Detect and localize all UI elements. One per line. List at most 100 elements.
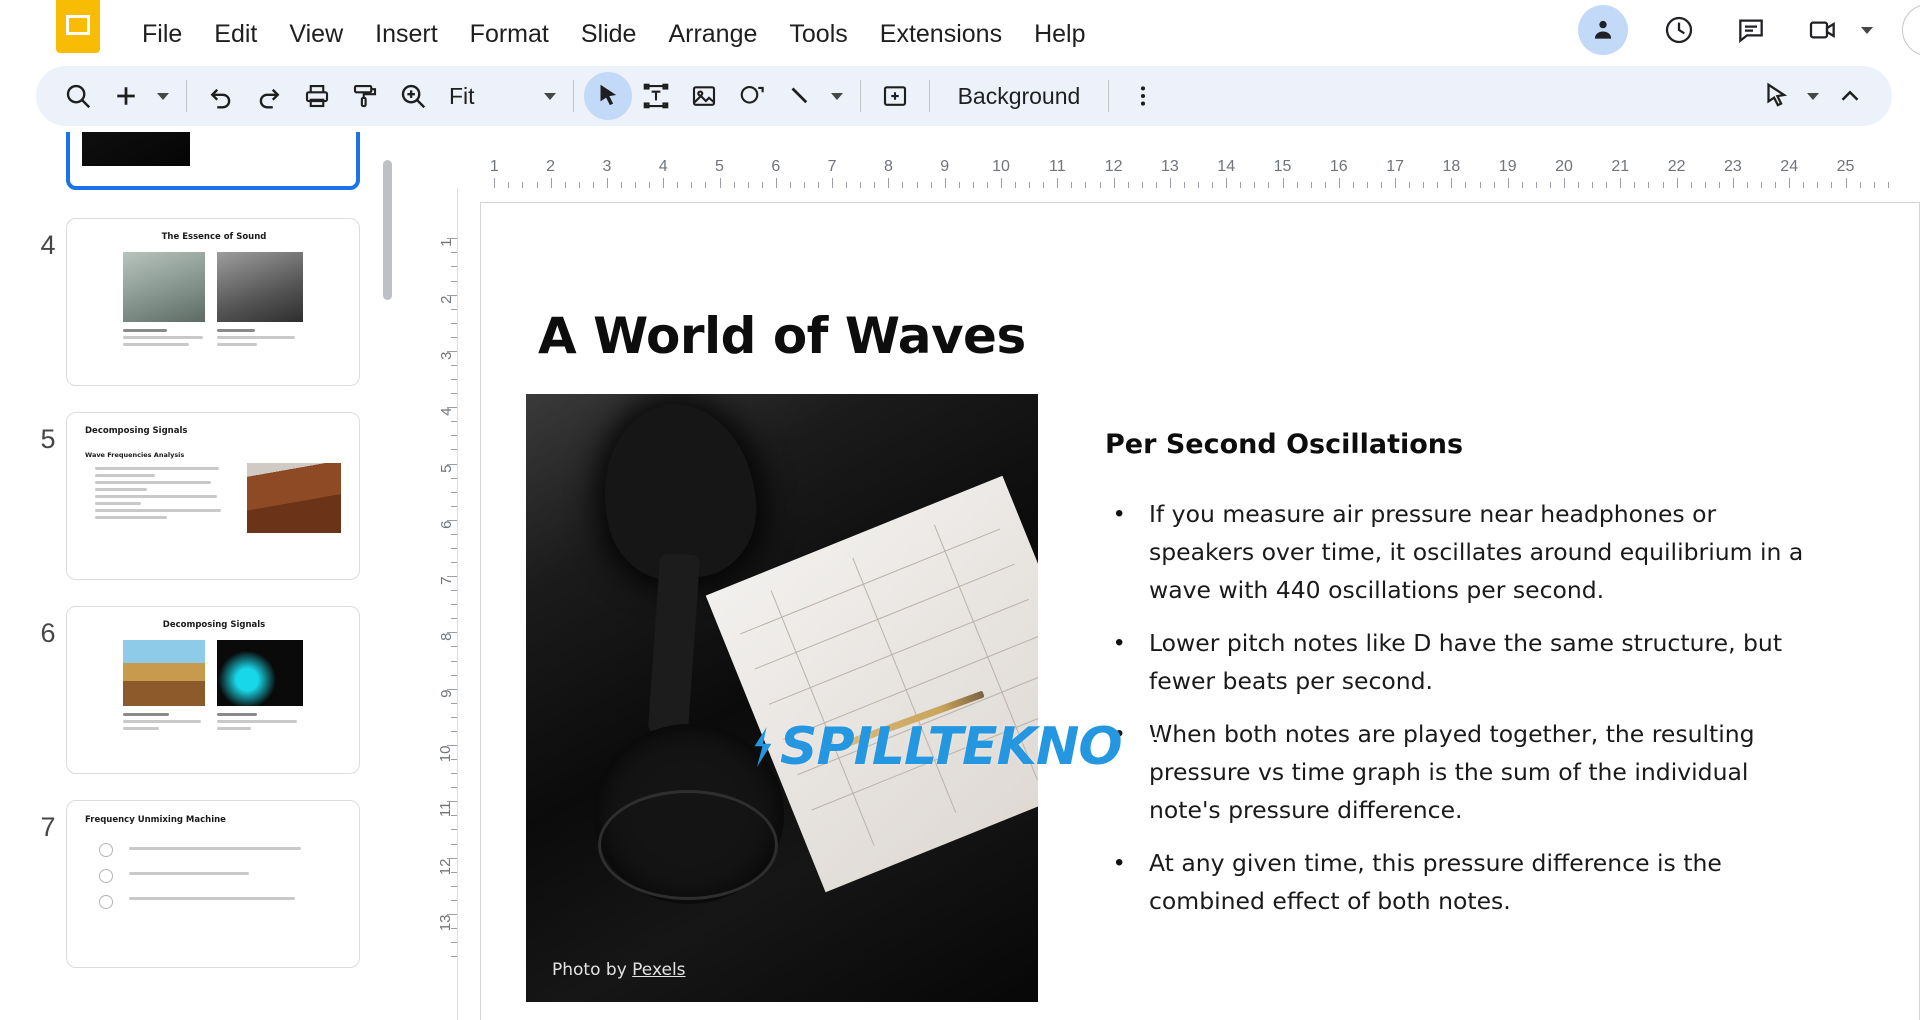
ruler-tick bbox=[447, 688, 457, 690]
ruler-tick bbox=[447, 857, 457, 859]
ruler-tick bbox=[1338, 178, 1340, 188]
slideshow-button[interactable]: Sli bbox=[1901, 4, 1920, 56]
ruler-tick-label: 1 bbox=[489, 158, 499, 175]
ruler-tick-label: 4 bbox=[658, 158, 668, 175]
google-slides-logo-icon[interactable] bbox=[56, 0, 100, 53]
meet-dropdown-caret-icon[interactable] bbox=[1854, 6, 1880, 54]
thumb-photo-4a bbox=[123, 252, 205, 322]
ruler-tick bbox=[451, 660, 457, 662]
zoom-dropdown-caret-icon[interactable] bbox=[537, 72, 563, 120]
presenter-avatar-icon[interactable] bbox=[1577, 5, 1628, 55]
filmstrip-row-5[interactable]: 5 Decomposing Signals Wave Frequencies A… bbox=[0, 412, 400, 580]
shape-icon[interactable] bbox=[728, 72, 776, 120]
menu-help[interactable]: Help bbox=[1018, 16, 1101, 53]
ruler-tick bbox=[1001, 178, 1002, 188]
paint-format-icon[interactable] bbox=[341, 72, 389, 120]
photo-credit-link[interactable]: Pexels bbox=[632, 960, 685, 980]
current-slide-page[interactable]: A World of Waves Photo by Pexels SPILLTE… bbox=[480, 202, 1920, 1020]
ruler-tick bbox=[447, 350, 457, 352]
ruler-tick-label: 5 bbox=[437, 464, 455, 473]
ruler-tick bbox=[447, 913, 457, 915]
filmstrip-row-selected[interactable]: Per Second Oscillations bbox=[0, 132, 400, 190]
text-box-icon[interactable] bbox=[632, 72, 680, 120]
ruler-tick bbox=[832, 178, 834, 188]
toolbar-divider-2 bbox=[572, 80, 574, 112]
zoom-level-value[interactable]: Fit bbox=[437, 74, 487, 118]
menu-tools[interactable]: Tools bbox=[773, 16, 863, 53]
laser-pointer-icon[interactable] bbox=[1752, 72, 1800, 120]
redo-icon[interactable] bbox=[245, 72, 293, 120]
comment-icon[interactable] bbox=[1726, 5, 1776, 55]
filmstrip-scrollbar[interactable] bbox=[383, 160, 392, 300]
menu-bar: File Edit View Insert Format Slide Arran… bbox=[0, 0, 1920, 60]
filmstrip-row-6[interactable]: 6 Decomposing Signals bbox=[0, 606, 400, 774]
bullet-text: At any given time, this pressure differe… bbox=[1149, 849, 1722, 915]
slide-thumbnail-selected[interactable]: Per Second Oscillations bbox=[66, 132, 360, 190]
add-slide-dropdown-caret-icon[interactable] bbox=[150, 72, 176, 120]
slide-thumbnail-4[interactable]: The Essence of Sound bbox=[66, 218, 360, 386]
ruler-tick bbox=[1789, 178, 1791, 188]
meet-video-icon[interactable] bbox=[1798, 5, 1848, 55]
microphone-rim-shape bbox=[598, 790, 778, 900]
more-options-icon[interactable] bbox=[1119, 72, 1167, 120]
menu-view[interactable]: View bbox=[273, 16, 359, 53]
ruler-tick bbox=[1282, 178, 1284, 188]
background-button[interactable]: Background bbox=[940, 77, 1099, 116]
menu-edit[interactable]: Edit bbox=[198, 16, 273, 53]
slide-thumbnail-5[interactable]: Decomposing Signals Wave Frequencies Ana… bbox=[66, 412, 360, 580]
select-tool-icon[interactable] bbox=[583, 72, 632, 120]
slide-photo-microphone[interactable]: Photo by Pexels bbox=[526, 394, 1038, 1002]
filmstrip-row-4[interactable]: 4 The Essence of Sound bbox=[0, 218, 400, 386]
ruler-tick bbox=[451, 562, 457, 564]
search-icon[interactable] bbox=[54, 72, 102, 120]
zoom-tool-icon[interactable] bbox=[389, 72, 437, 120]
slide-canvas[interactable]: A World of Waves Photo by Pexels SPILLTE… bbox=[458, 188, 1920, 1020]
slide-body-heading[interactable]: Per Second Oscillations bbox=[1105, 429, 1463, 460]
slide-thumbnail-6[interactable]: Decomposing Signals bbox=[66, 606, 360, 774]
print-icon[interactable] bbox=[293, 72, 341, 120]
thumb-step-circle-2 bbox=[99, 869, 113, 883]
ruler-tick bbox=[451, 716, 457, 718]
add-slide-icon[interactable] bbox=[102, 72, 150, 120]
menu-file[interactable]: File bbox=[126, 16, 198, 53]
bullet-text: When both notes are played together, the… bbox=[1149, 720, 1755, 824]
watermark-text: SPILLTEKNO bbox=[780, 717, 1123, 777]
menu-format[interactable]: Format bbox=[454, 16, 565, 53]
thumb-body-lines-5 bbox=[95, 467, 221, 523]
version-history-icon[interactable] bbox=[1654, 5, 1704, 55]
ruler-tick bbox=[1169, 178, 1171, 188]
slide-bullet-list[interactable]: • If you measure air pressure near headp… bbox=[1105, 495, 1810, 935]
vertical-ruler[interactable]: 1 2 3 4 5 6 7 8 9 10 11 12 13 bbox=[432, 188, 458, 1020]
menu-insert[interactable]: Insert bbox=[359, 16, 454, 53]
line-icon[interactable] bbox=[776, 72, 824, 120]
line-dropdown-caret-icon[interactable] bbox=[824, 72, 850, 120]
filmstrip-row-7[interactable]: 7 Frequency Unmixing Machine bbox=[0, 800, 400, 968]
ruler-tick bbox=[447, 238, 457, 240]
list-item[interactable]: • If you measure air pressure near headp… bbox=[1105, 495, 1810, 609]
list-item[interactable]: • At any given time, this pressure diffe… bbox=[1105, 844, 1810, 920]
slide-filmstrip[interactable]: Per Second Oscillations 4 The Essence of… bbox=[0, 132, 400, 1020]
ruler-tick bbox=[451, 899, 457, 901]
ruler-tick bbox=[1620, 178, 1622, 188]
menu-slide[interactable]: Slide bbox=[565, 16, 653, 53]
menu-extensions[interactable]: Extensions bbox=[864, 16, 1018, 53]
ruler-tick bbox=[451, 956, 457, 958]
slide-thumbnail-7[interactable]: Frequency Unmixing Machine bbox=[66, 800, 360, 968]
list-item[interactable]: • When both notes are played together, t… bbox=[1105, 715, 1810, 829]
ruler-tick bbox=[451, 604, 457, 606]
list-item[interactable]: • Lower pitch notes like D have the same… bbox=[1105, 624, 1810, 700]
pointer-dropdown-caret-icon[interactable] bbox=[1800, 72, 1826, 120]
layout-icon[interactable] bbox=[871, 72, 919, 120]
watermark-chip-icon bbox=[1128, 729, 1164, 765]
horizontal-ruler[interactable]: 1 2 3 4 5 6 7 8 9 10 11 12 13 14 15 16 17 18 19 20 21 22 23 24 2… bbox=[458, 158, 1920, 188]
slide-title[interactable]: A World of Waves bbox=[538, 307, 1026, 365]
undo-icon[interactable] bbox=[197, 72, 245, 120]
insert-image-icon[interactable] bbox=[680, 72, 728, 120]
ruler-tick-label: 8 bbox=[883, 158, 893, 175]
menu-arrange[interactable]: Arrange bbox=[652, 16, 773, 53]
ruler-tick bbox=[1564, 178, 1565, 188]
menu-right-actions: Sli bbox=[1577, 0, 1920, 60]
collapse-toolbar-icon[interactable] bbox=[1826, 72, 1874, 120]
toolbar-divider-5 bbox=[1108, 80, 1110, 112]
thumb-photo bbox=[82, 132, 190, 166]
